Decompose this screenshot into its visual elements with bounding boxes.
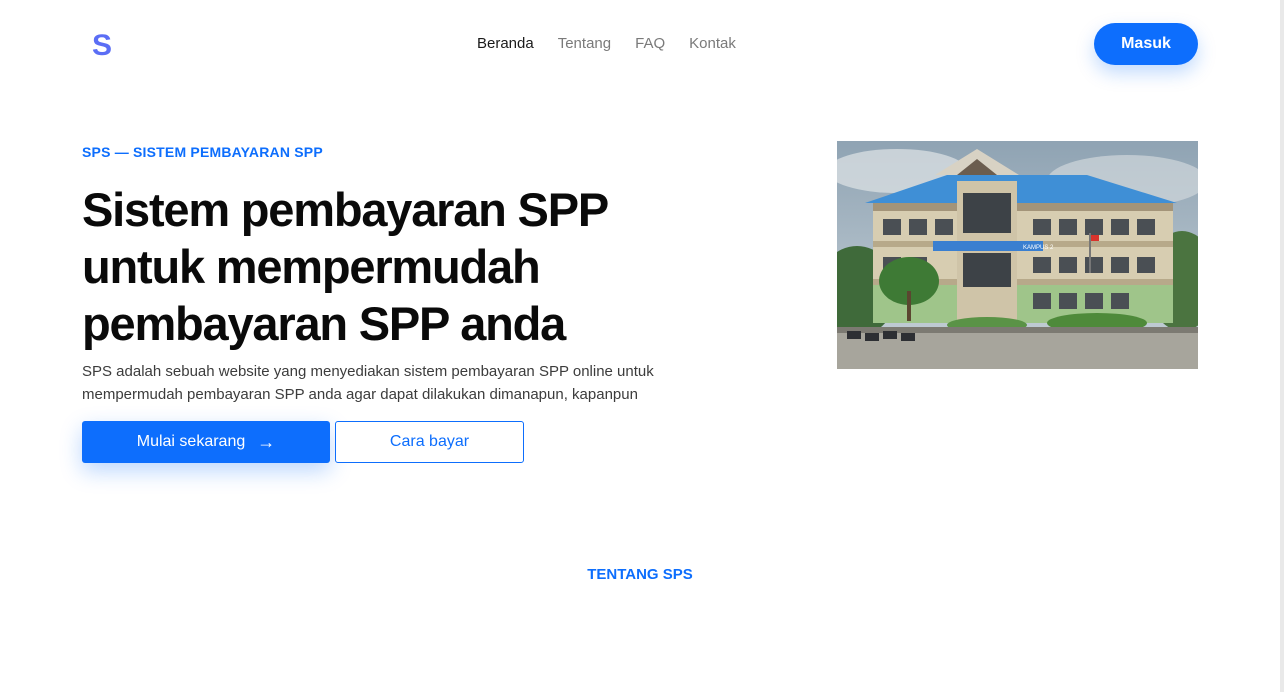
nav-link-kontak[interactable]: Kontak [689, 35, 736, 52]
hero-description-line: SPS adalah sebuah website yang menyediak… [82, 363, 654, 380]
s-logo-icon[interactable]: S [84, 26, 120, 62]
start-now-label: Mulai sekarang [136, 433, 246, 450]
hero-description: SPS adalah sebuah website yang menyediak… [82, 360, 762, 406]
hero-eyebrow: SPS — SISTEM PEMBAYARAN SPP [82, 144, 323, 160]
hero-description-line: mempermudah pembayaran SPP anda agar dap… [82, 386, 638, 403]
campus-building-image: KAMPUS 2 [837, 141, 1198, 369]
main-nav: Beranda Tentang FAQ Kontak [477, 35, 736, 52]
hero-title-line: pembayaran SPP anda [82, 297, 566, 350]
nav-link-beranda[interactable]: Beranda [477, 35, 534, 52]
hero-title-line: untuk mempermudah [82, 240, 541, 293]
nav-link-faq[interactable]: FAQ [635, 35, 665, 52]
navbar: S Beranda Tentang FAQ Kontak Masuk [0, 0, 1280, 88]
hero-title: Sistem pembayaran SPP untuk mempermudah … [82, 181, 802, 352]
how-to-pay-button[interactable]: Cara bayar [335, 421, 524, 463]
arrow-right-icon: → [257, 431, 276, 452]
nav-link-tentang[interactable]: Tentang [558, 35, 611, 52]
logo-letter: S [92, 29, 112, 62]
scrollbar[interactable] [1280, 0, 1284, 692]
about-section-label: TENTANG SPS [587, 566, 693, 583]
start-now-button[interactable]: Mulai sekarang → [82, 421, 330, 463]
building-sign-text: KAMPUS 2 [1023, 245, 1054, 251]
hero-title-line: Sistem pembayaran SPP [82, 183, 609, 236]
login-button[interactable]: Masuk [1094, 23, 1198, 65]
